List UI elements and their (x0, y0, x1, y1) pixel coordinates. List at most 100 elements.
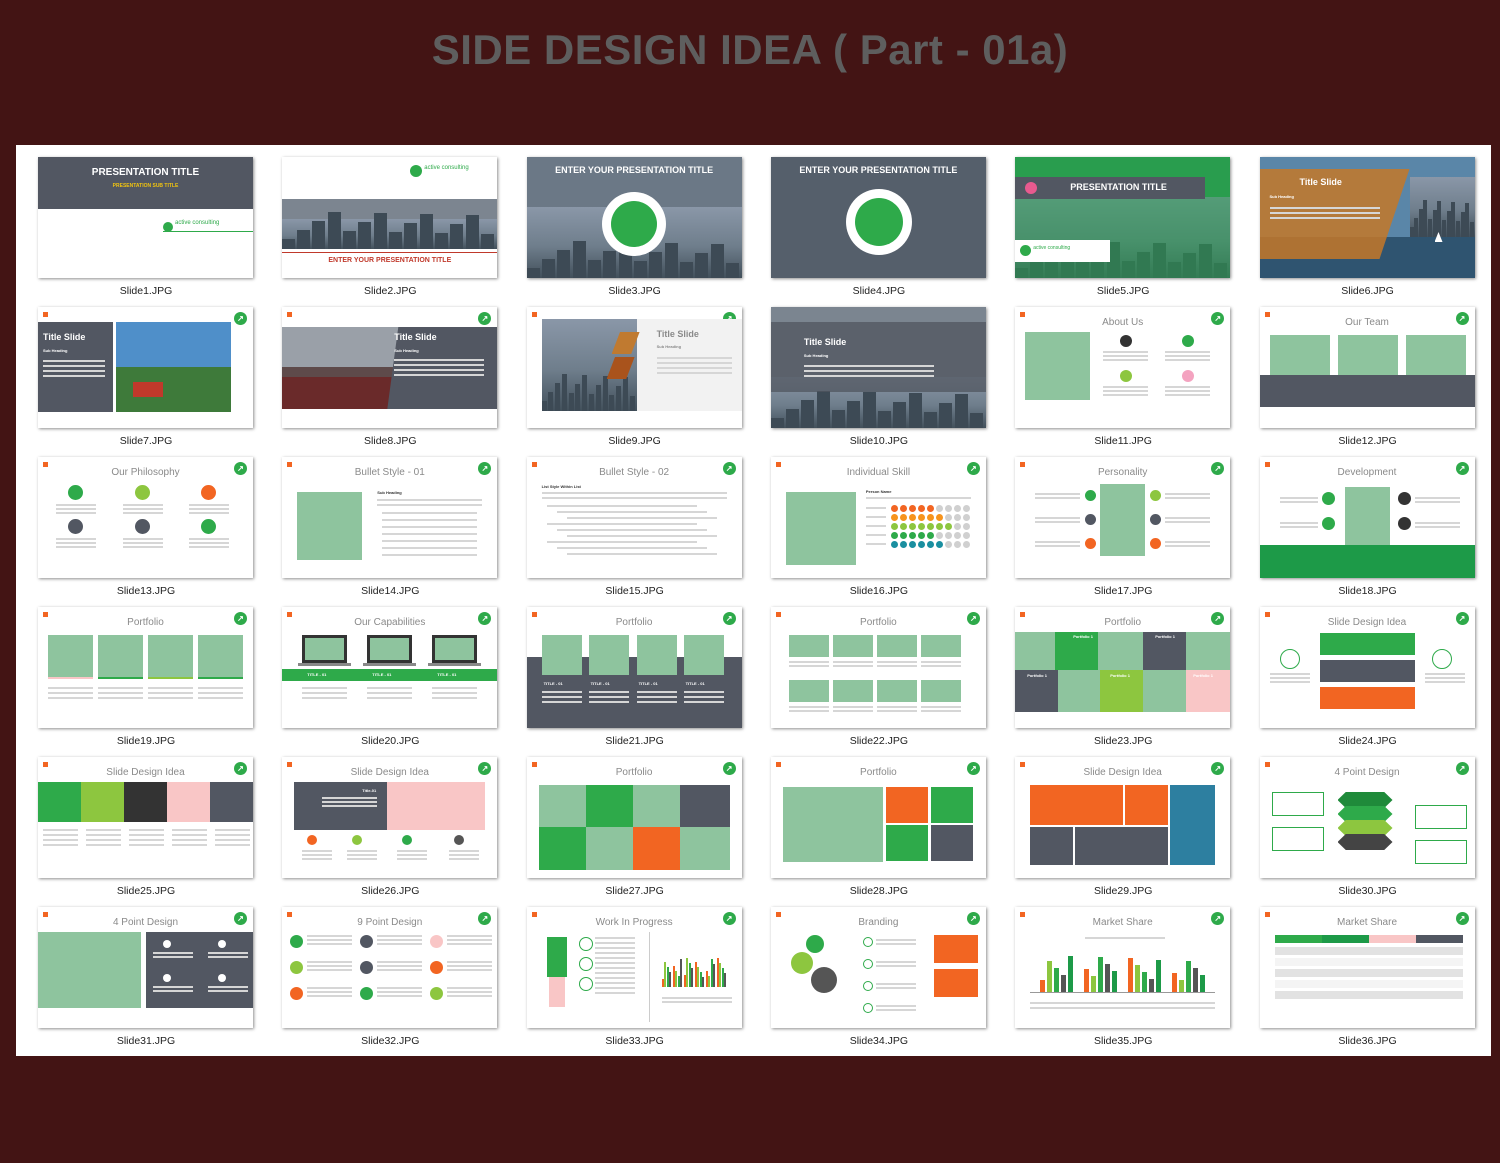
building (568, 393, 574, 411)
team-band (1259, 375, 1475, 407)
text-line (56, 504, 96, 506)
gear-icon (805, 935, 824, 953)
slide-heading: Slide Design Idea (1327, 617, 1407, 628)
text-line (148, 697, 193, 699)
slide-thumbnail[interactable]: Market Share ↗ Slide35.JPG (993, 895, 1237, 1047)
text-line (86, 834, 121, 836)
stack-layer (1337, 792, 1393, 808)
slide-filename: Slide36.JPG (1338, 1035, 1397, 1047)
orange-marker (531, 912, 537, 917)
logo-text: active consulting (424, 165, 469, 171)
slide-thumbnail[interactable]: Title Slide Sub Heading Slide6.JPG (1238, 145, 1482, 297)
slide-thumbnail[interactable]: Our Philosophy ↗ Slide13.JPG (16, 445, 260, 597)
text-line (302, 692, 348, 694)
slide-thumbnail[interactable]: Bullet Style - 01 ↗ Sub Heading Slide14.JPG (260, 445, 504, 597)
text-line (347, 850, 378, 852)
slide-thumbnail[interactable]: 9 Point Design ↗ Slide32.JPG (260, 895, 504, 1047)
point-icon (163, 974, 171, 982)
building (679, 262, 693, 278)
slide-thumbnail[interactable]: Bullet Style - 02 ↗ List Style Within List… (505, 445, 749, 597)
building (343, 231, 357, 249)
slide-thumbnail[interactable]: Branding ↗ Slide34.JPG (749, 895, 993, 1047)
building (328, 212, 342, 249)
text-line (307, 995, 353, 997)
chat-tile (1030, 827, 1074, 865)
slide-thumbnail[interactable]: ↗ Title Slide Sub Heading Slide7.JPG (16, 295, 260, 447)
logo-icon: ↗ (966, 462, 980, 475)
table-row (1274, 980, 1463, 988)
text-line (865, 534, 886, 536)
pen-icon (1120, 370, 1133, 382)
text-line (208, 986, 248, 988)
skill-dot (908, 514, 916, 521)
slide-thumbnail[interactable]: ↗ Title Slide Sub Heading Slide8.JPG (260, 295, 504, 447)
mail-icon (1182, 335, 1195, 347)
text-line (1424, 677, 1465, 679)
text-line (546, 523, 697, 525)
slide-thumbnail[interactable]: Our Team ↗ Slide12.JPG (1238, 295, 1482, 447)
text-line (876, 665, 917, 667)
text-line (1035, 521, 1081, 523)
text-line (394, 369, 485, 371)
slide-preview: Bullet Style - 02 ↗ List Style Within List (526, 457, 742, 578)
text-line (382, 554, 478, 556)
text-line (148, 692, 193, 694)
idea-bar (1319, 660, 1415, 682)
text-line (377, 499, 483, 501)
orange-marker (1020, 612, 1026, 617)
slide-thumbnail[interactable]: Individual Skill ↗ Person Name Slide16.JPG (749, 445, 993, 597)
slide-thumbnail[interactable]: Portfolio ↗ Slide19.JPG (16, 595, 260, 747)
text-line (865, 497, 971, 499)
slide-thumbnail[interactable]: Portfolio ↗ Portfolio 1 Portfolio 1 Portfoli… (993, 595, 1237, 747)
slide-preview: Portfolio ↗ TITLE - 01 TITLE - 01 TITLE - 01… (526, 607, 742, 728)
slide-preview: Portfolio ↗ (770, 757, 986, 878)
gear-tile (167, 782, 210, 822)
table-row (1274, 958, 1463, 966)
slide-thumbnail[interactable]: About Us ↗ Slide11.JPG (993, 295, 1237, 447)
point-icon (360, 961, 374, 974)
text-line (588, 701, 629, 703)
slide-thumbnail[interactable]: Slide Design Idea ↗ Slide25.JPG (16, 745, 260, 897)
slide-thumbnail[interactable]: Slide Design Idea ↗ Title-01 Slide26.JPG (260, 745, 504, 897)
text-line (876, 661, 917, 663)
text-line (541, 691, 582, 693)
slide-thumbnail[interactable]: Portfolio ↗ TITLE - 01 TITLE - 01 TITLE - 01… (505, 595, 749, 747)
slide-thumbnail[interactable]: Slide Design Idea ↗ Slide24.JPG (1238, 595, 1482, 747)
slide-thumbnail[interactable]: ↗Title SlideSub HeadingSlide9.JPG (505, 295, 749, 447)
slide-thumbnail[interactable]: Our Capabilities ↗ TITLE - 01 TITLE - 01 TIT… (260, 595, 504, 747)
slide-thumbnail[interactable]: Portfolio ↗ Slide27.JPG (505, 745, 749, 897)
laptop-display (435, 638, 475, 660)
text-line (172, 844, 207, 846)
slide-thumbnail[interactable]: Personality ↗ Slide17.JPG (993, 445, 1237, 597)
slide-thumbnail[interactable]: ENTER YOUR PRESENTATION TITLE Slide3.JPG (505, 145, 749, 297)
text-line (920, 706, 961, 708)
skill-dot (926, 523, 934, 530)
slide-thumbnail[interactable]: PRESENTATION TITLE PRESENTATION SUB TITLE… (16, 145, 260, 297)
chart-bar (1040, 980, 1046, 992)
slide-preview: Title Slide Sub Heading (1259, 157, 1475, 278)
slide-thumbnail[interactable]: active consulting ENTER YOUR PRESENTATION… (260, 145, 504, 297)
text-line (556, 547, 707, 549)
brand-icon (862, 959, 873, 969)
text-line (920, 710, 961, 712)
slide-thumbnail[interactable]: Slide Design Idea ↗ Slide29.JPG (993, 745, 1237, 897)
text-line (1165, 390, 1211, 392)
slide-thumbnail[interactable]: PRESENTATION TITLE active consulting Slide… (993, 145, 1237, 297)
text-line (43, 839, 78, 841)
slide-thumbnail[interactable]: Work In Progress ↗ Slide33.JPG (505, 895, 749, 1047)
text-line (43, 365, 105, 367)
text-line (594, 972, 635, 974)
skill-dot (944, 541, 952, 548)
slide-thumbnail[interactable]: Portfolio ↗ Slide28.JPG (749, 745, 993, 897)
slide-thumbnail[interactable]: Portfolio ↗ Slide22.JPG (749, 595, 993, 747)
slide-thumbnail[interactable]: 4 Point Design ↗ Slide31.JPG (16, 895, 260, 1047)
slide-heading: Personality (1097, 467, 1148, 478)
slide-thumbnail[interactable]: Title Slide Sub Heading Slide10.JPG (749, 295, 993, 447)
text-line (594, 947, 635, 949)
slide-thumbnail[interactable]: Development ↗ Slide18.JPG (1238, 445, 1482, 597)
text-line (875, 939, 916, 941)
slide-thumbnail[interactable]: ENTER YOUR PRESENTATION TITLE Slide4.JPG (749, 145, 993, 297)
slide-thumbnail[interactable]: 4 Point Design ↗ Slide30.JPG (1238, 745, 1482, 897)
slide-thumbnail[interactable]: Market Share ↗ Slide36.JPG (1238, 895, 1482, 1047)
table-header (1415, 935, 1463, 943)
